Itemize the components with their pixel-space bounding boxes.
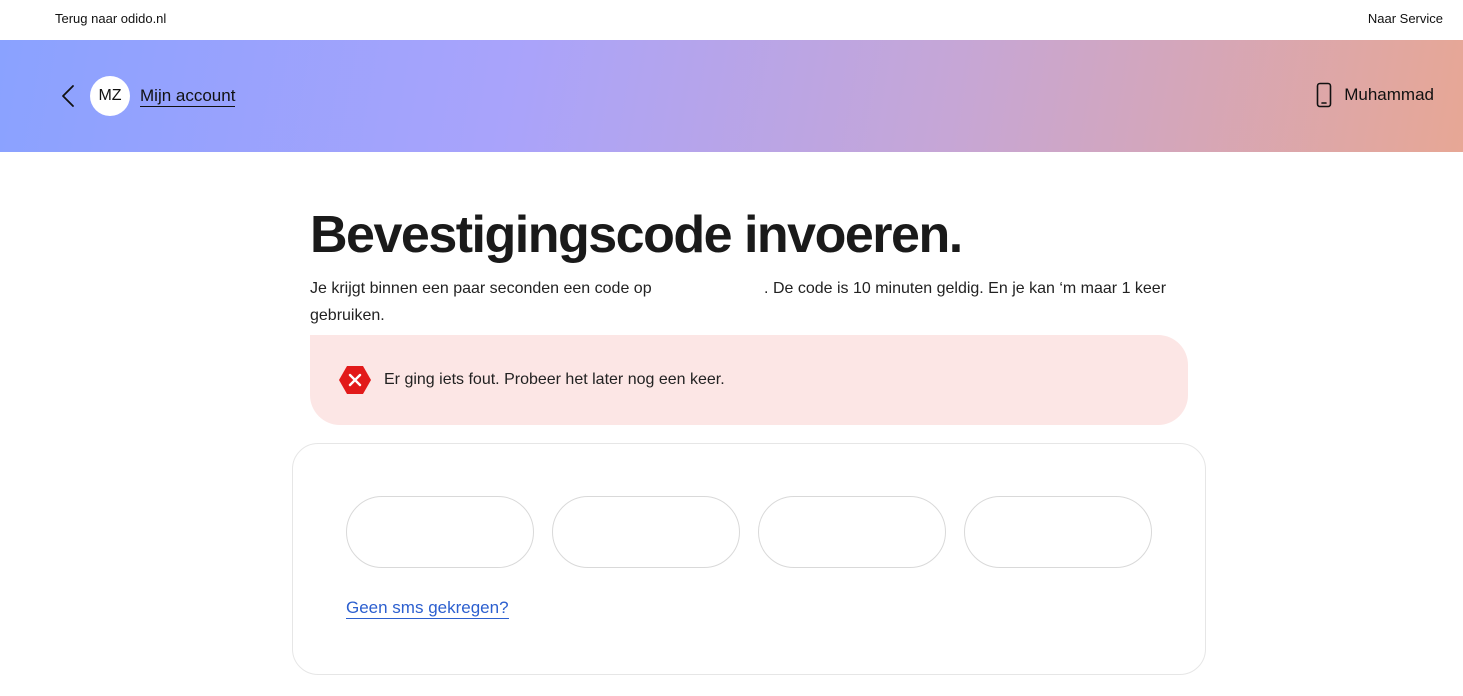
code-digit-2-input[interactable] [552,496,740,568]
account-header: MZ Mijn account Muhammad [0,40,1463,152]
my-account-link[interactable]: Mijn account [140,86,236,107]
description-part-1: Je krijgt binnen een paar seconden een c… [310,280,652,297]
user-indicator: Muhammad [1316,82,1434,108]
error-alert: Er ging iets fout. Probeer het later nog… [310,335,1188,425]
back-to-odido-link[interactable]: Terug naar odido.nl [55,11,166,26]
page-description: Je krijgt binnen een paar seconden een c… [310,275,1170,329]
service-link[interactable]: Naar Service [1368,11,1443,26]
code-digit-4-input[interactable] [964,496,1152,568]
error-x-icon [339,366,371,394]
avatar: MZ [90,76,130,116]
code-form-card: Geen sms gekregen? [292,443,1206,675]
phone-icon [1316,82,1332,108]
error-message: Er ging iets fout. Probeer het later nog… [384,371,725,388]
code-digit-3-input[interactable] [758,496,946,568]
user-name: Muhammad [1344,85,1434,104]
back-button[interactable] [56,82,80,110]
code-input-row [346,496,1152,568]
chevron-left-icon [62,85,74,107]
no-sms-received-link[interactable]: Geen sms gekregen? [346,598,509,619]
page-title: Bevestigingscode invoeren. [310,206,963,264]
main-content: Bevestigingscode invoeren. Je krijgt bin… [310,205,1190,329]
code-digit-1-input[interactable] [346,496,534,568]
top-bar: Terug naar odido.nl Naar Service [0,0,1463,40]
